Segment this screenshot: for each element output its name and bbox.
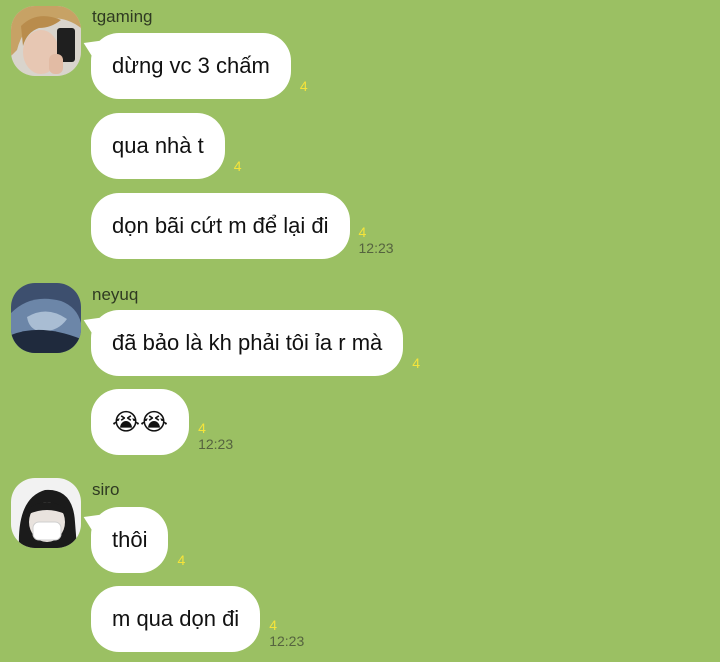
message-bubble[interactable]: dọn bãi cứt m để lại đi xyxy=(91,193,350,259)
message-meta: 4 xyxy=(412,356,420,372)
sender-name: siro xyxy=(92,480,120,499)
avatar-neyuq[interactable] xyxy=(11,283,81,353)
message-timestamp: 12:23 xyxy=(269,633,305,649)
message-row: thôi 4 xyxy=(91,507,185,573)
message-row: m qua dọn đi 4 12:23 xyxy=(91,586,304,652)
message-text: dọn bãi cứt m để lại đi xyxy=(112,213,329,238)
read-count: 4 xyxy=(299,78,308,94)
message-bubble[interactable]: 😭😭 xyxy=(91,389,190,455)
message-meta: 4 xyxy=(234,159,242,175)
read-count: 4 xyxy=(233,158,242,174)
sender-name: neyuq xyxy=(92,285,139,304)
message-bubble[interactable]: thôi xyxy=(91,507,169,573)
message-meta: 4 xyxy=(300,79,308,95)
message-row: dừng vc 3 chấm 4 xyxy=(91,33,308,99)
message-bubble[interactable]: đã bảo là kh phải tôi ỉa r mà xyxy=(91,310,404,376)
message-text: thôi xyxy=(112,527,148,552)
read-count: 4 xyxy=(198,420,206,436)
message-meta: 4 12:23 xyxy=(359,225,394,259)
avatar-siro[interactable] xyxy=(11,478,81,548)
message-meta: 4 12:23 xyxy=(198,421,233,455)
read-count: 4 xyxy=(358,224,367,240)
read-count: 4 xyxy=(177,552,186,568)
message-row: 😭😭 4 12:23 xyxy=(91,389,233,455)
message-timestamp: 12:23 xyxy=(198,436,234,452)
message-text: qua nhà t xyxy=(112,133,204,158)
message-text: dừng vc 3 chấm xyxy=(112,53,270,78)
read-count: 4 xyxy=(412,355,421,371)
message-bubble[interactable]: m qua dọn đi xyxy=(91,586,261,652)
read-count: 4 xyxy=(269,617,277,633)
sender-name: tgaming xyxy=(92,7,153,26)
message-text: 😭😭 xyxy=(112,408,169,436)
message-text: đã bảo là kh phải tôi ỉa r mà xyxy=(112,330,383,355)
message-meta: 4 xyxy=(177,553,185,569)
message-row: qua nhà t 4 xyxy=(91,113,242,179)
message-bubble[interactable]: qua nhà t xyxy=(91,113,225,179)
message-text: m qua dọn đi xyxy=(112,606,240,631)
message-row: đã bảo là kh phải tôi ỉa r mà 4 xyxy=(91,310,420,376)
message-bubble[interactable]: dừng vc 3 chấm xyxy=(91,33,291,99)
message-meta: 4 12:23 xyxy=(269,618,304,652)
message-timestamp: 12:23 xyxy=(358,240,394,256)
avatar-tgaming[interactable] xyxy=(11,6,81,76)
message-row: dọn bãi cứt m để lại đi 4 12:23 xyxy=(91,193,394,259)
